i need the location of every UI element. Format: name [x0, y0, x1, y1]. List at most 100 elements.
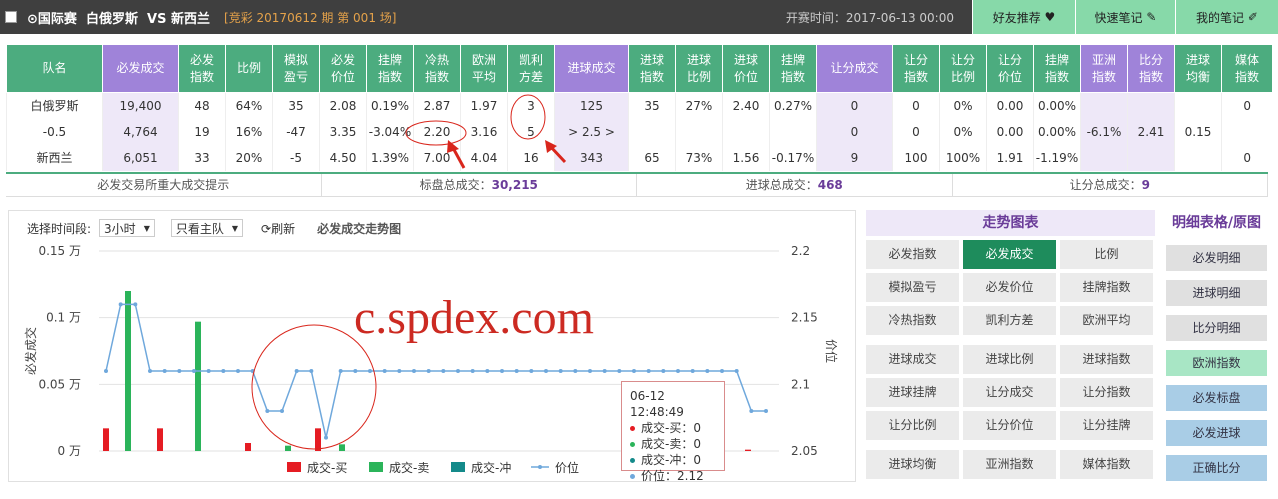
header-6[interactable]: 挂牌 指数 [366, 44, 414, 93]
header-21[interactable]: 比分 指数 [1127, 44, 1175, 93]
pencil-icon: ✐ [1247, 10, 1258, 24]
header-19[interactable]: 挂牌 指数 [1033, 44, 1081, 93]
price-point [764, 409, 768, 413]
trend-button[interactable]: 冷热指数 [866, 306, 959, 335]
cell-1-9: 5 [507, 118, 555, 145]
detail-button[interactable]: 比分明细 [1166, 315, 1267, 341]
cell-1-5: 3.35 [319, 118, 367, 145]
trend-button[interactable]: 让分挂牌 [1060, 411, 1153, 440]
header-5[interactable]: 必发 价位 [319, 44, 367, 93]
header-13[interactable]: 进球 价位 [722, 44, 770, 93]
trend-button[interactable]: 进球均衡 [866, 450, 959, 479]
header-3[interactable]: 比例 [225, 44, 273, 93]
header-0[interactable]: 队名 [6, 44, 103, 93]
trend-button[interactable]: 必发价位 [963, 273, 1056, 302]
header-22[interactable]: 进球 均衡 [1174, 44, 1222, 93]
header-10[interactable]: 进球成交 [554, 44, 629, 93]
header-17[interactable]: 让分 比例 [939, 44, 987, 93]
tooltip-hedge: 成交-冲：0 [641, 453, 701, 467]
price-point [324, 435, 328, 440]
home-team: 白俄罗斯 [85, 11, 138, 27]
table-body: 白俄罗斯 19,400 48 64% 35 2.08 0.19% 2.87 1.97 3 125 35… [6, 92, 1273, 171]
header-1[interactable]: 必发成交 [102, 44, 179, 93]
header-15[interactable]: 让分成交 [816, 44, 893, 93]
my-notes-button[interactable]: 我的笔记 ✐ [1175, 0, 1278, 34]
detail-button[interactable]: 进球明细 [1166, 280, 1267, 306]
trend-button[interactable]: 进球成交 [866, 345, 959, 374]
price-point [338, 369, 343, 373]
trend-button[interactable]: 让分成交 [963, 378, 1056, 407]
issue-label: [竞彩 20170612 期 第 001 场] [224, 10, 397, 25]
cell-0-22 [1174, 92, 1222, 119]
summary-bar: 必发交易所重大成交提示 标盘总成交：30,215 进球总成交：468 让分总成交… [6, 172, 1268, 197]
recommend-button[interactable]: 好友推荐 ♥ [972, 0, 1075, 34]
price-point [514, 369, 519, 373]
header-2[interactable]: 必发 指数 [178, 44, 226, 93]
price-point [353, 369, 358, 373]
header-20[interactable]: 亚洲 指数 [1080, 44, 1128, 93]
cell-2-5: 4.50 [319, 144, 367, 171]
table-header-row: 队名 必发成交 必发 指数 比例 模拟 盈亏 必发 价位 挂牌 指数 冷热 指数 欧洲 平均 凯利 方差 进球成交… [6, 44, 1273, 93]
big-trade-hint[interactable]: 必发交易所重大成交提示 [6, 174, 322, 196]
cell-0-0: 白俄罗斯 [6, 92, 103, 119]
legend-label: 成交-买 [307, 460, 347, 475]
cell-1-15: 0 [816, 118, 893, 145]
cell-1-2: 19 [178, 118, 226, 145]
trend-button[interactable]: 亚洲指数 [963, 450, 1056, 479]
trend-button[interactable]: 必发成交 [963, 240, 1056, 269]
legend-swatch [369, 462, 383, 472]
trend-button[interactable]: 媒体指数 [1060, 450, 1153, 479]
cell-1-7: 2.20 [413, 118, 461, 145]
cell-0-18: 0.00 [986, 92, 1034, 119]
trend-button[interactable]: 比例 [1060, 240, 1153, 269]
price-point [529, 369, 534, 373]
legend-label: 成交-卖 [389, 460, 429, 475]
header-7[interactable]: 冷热 指数 [413, 44, 461, 93]
trend-button[interactable]: 让分指数 [1060, 378, 1153, 407]
handicap-trade-label: 让分总成交： [1069, 178, 1142, 192]
cell-1-8: 3.16 [460, 118, 508, 145]
cell-0-15: 0 [816, 92, 893, 119]
trend-button[interactable]: 进球比例 [963, 345, 1056, 374]
header-23[interactable]: 媒体 指数 [1221, 44, 1273, 93]
header-18[interactable]: 让分 价位 [986, 44, 1034, 93]
detail-button[interactable]: 正确比分 [1166, 455, 1267, 481]
away-team: 新西兰 [171, 11, 211, 27]
trend-button[interactable]: 进球指数 [1060, 345, 1153, 374]
quick-note-button[interactable]: 快速笔记 ✎ [1075, 0, 1175, 34]
header-8[interactable]: 欧洲 平均 [460, 44, 508, 93]
trend-button[interactable]: 必发指数 [866, 240, 959, 269]
y2-tick-label: 2.05 [791, 444, 818, 458]
buy-bar [103, 428, 109, 451]
detail-button[interactable]: 欧洲指数 [1166, 350, 1267, 376]
trend-button[interactable]: 让分比例 [866, 411, 959, 440]
legend-swatch [451, 462, 465, 472]
trend-button[interactable]: 欧洲平均 [1060, 306, 1153, 335]
buy-bar [245, 443, 251, 451]
trend-button[interactable]: 凯利方差 [963, 306, 1056, 335]
y-tick-label: 0.05 万 [38, 377, 81, 391]
header-12[interactable]: 进球 比例 [675, 44, 723, 93]
trend-button[interactable]: 进球挂牌 [866, 378, 959, 407]
detail-button[interactable]: 必发标盘 [1166, 385, 1267, 411]
price-point [397, 369, 402, 373]
price-point [544, 369, 548, 373]
trend-button[interactable]: 挂牌指数 [1060, 273, 1153, 302]
trend-button[interactable]: 让分价位 [963, 411, 1056, 440]
cell-0-19: 0.00% [1033, 92, 1081, 119]
detail-button[interactable]: 必发明细 [1166, 245, 1267, 271]
cell-2-11: 65 [628, 144, 676, 171]
detail-button[interactable]: 必发进球 [1166, 420, 1267, 446]
header-11[interactable]: 进球 指数 [628, 44, 676, 93]
legend-label: 价位 [555, 460, 579, 475]
select-checkbox[interactable] [5, 11, 17, 23]
trend-button[interactable]: 模拟盈亏 [866, 273, 959, 302]
price-point [485, 369, 490, 373]
header-16[interactable]: 让分 指数 [892, 44, 940, 93]
header-9[interactable]: 凯利 方差 [507, 44, 555, 93]
header-4[interactable]: 模拟 盈亏 [272, 44, 320, 93]
cell-0-13: 2.40 [722, 92, 770, 119]
cell-0-5: 2.08 [319, 92, 367, 119]
price-point [749, 409, 754, 413]
header-14[interactable]: 挂牌 指数 [769, 44, 817, 93]
